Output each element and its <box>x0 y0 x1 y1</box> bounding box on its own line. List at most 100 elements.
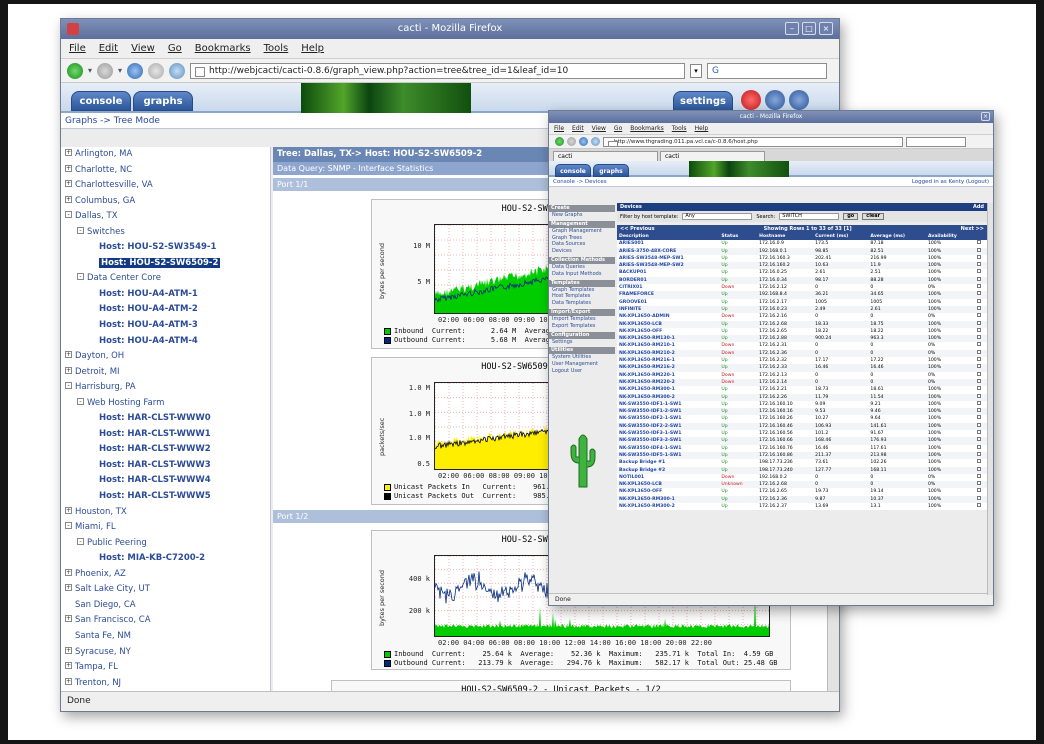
console-menu-item[interactable]: System Utilities <box>549 354 615 361</box>
row-checkbox[interactable] <box>975 327 987 336</box>
row-checkbox[interactable] <box>975 276 987 285</box>
device-name[interactable]: NK-XPL3650-OFF <box>617 488 720 496</box>
tree-node[interactable]: + Charlotte, NC <box>61 163 270 179</box>
device-name[interactable]: NK-XPL3650-RM220-2 <box>617 378 720 387</box>
table-row[interactable]: Backup Bridge #2 Up 198.17.73.240 127.77 168… <box>617 466 987 474</box>
table-row[interactable]: ARIES-3750-48X-CORE Up 192.168.0.1 98.85 82.… <box>617 247 987 255</box>
menu-go[interactable]: Go <box>168 43 182 54</box>
row-checkbox[interactable] <box>975 371 987 379</box>
table-row[interactable]: NK-XPL3650-RM130-1 Up 172.16.2.88 900.24 963… <box>617 335 987 343</box>
add-device-link[interactable]: Add <box>973 203 984 211</box>
device-name[interactable]: NK-SW3550-IDF3-1-SW1 <box>617 430 720 438</box>
row-checkbox[interactable] <box>975 481 987 489</box>
column-header[interactable]: Current (ms) <box>813 233 869 241</box>
console-menu-item[interactable]: Graph Management <box>549 228 615 235</box>
device-name[interactable]: NK-XPL3650-RM300-2 <box>617 502 720 511</box>
table-row[interactable]: NK-SW3550-IDF3-1-SW1 Up 172.16.160.56 101.2… <box>617 430 987 438</box>
device-name[interactable]: ARIES-3750-48X-CORE <box>617 247 720 255</box>
tree-node[interactable]: - Switches <box>61 225 270 241</box>
console-menu-item[interactable]: Data Templates <box>549 300 615 307</box>
table-row[interactable]: BORDER01 Up 172.16.0.34 98.17 88.28 100% <box>617 276 987 285</box>
tree-node[interactable]: + Charlottesville, VA <box>61 178 270 194</box>
device-name[interactable]: NK-SW3550-IDF4-1-SW1 <box>617 444 720 452</box>
expand-icon[interactable]: + <box>65 646 72 654</box>
breadcrumb-2-text[interactable]: Console -> Devices <box>553 177 607 186</box>
tree-node[interactable]: Host: HAR-CLST-WWW1 <box>61 427 270 443</box>
reload-icon[interactable] <box>579 137 588 146</box>
tab-settings[interactable]: settings <box>673 91 733 111</box>
table-row[interactable]: NK-XPL3650-OFF Up 172.16.2.65 19.73 19.14 100… <box>617 488 987 496</box>
tree-node[interactable]: + Columbus, GA <box>61 194 270 210</box>
menu-tools[interactable]: Tools <box>672 125 687 132</box>
preview-view-icon[interactable] <box>789 90 809 110</box>
tree-node[interactable]: Host: HOU-A4-ATM-4 <box>61 334 270 350</box>
row-checkbox[interactable] <box>975 444 987 452</box>
row-checkbox[interactable] <box>975 502 987 511</box>
row-checkbox[interactable] <box>975 335 987 343</box>
menu-bookmarks[interactable]: Bookmarks <box>630 125 664 132</box>
expand-icon[interactable]: + <box>65 506 72 514</box>
tree-node[interactable]: - Public Peering <box>61 536 270 552</box>
table-row[interactable]: NK-XPL3650-RM210-2 Down 172.16.2.36 0 0 0% <box>617 349 987 358</box>
row-checkbox[interactable] <box>975 349 987 358</box>
device-name[interactable]: BACKUP01 <box>617 269 720 277</box>
row-checkbox[interactable] <box>975 393 987 401</box>
window-titlebar[interactable]: cacti - Mozilla Firefox – □ × <box>61 19 839 39</box>
table-row[interactable]: NK-XPL3650-ADMIN Down 172.16.2.16 0 0 0% <box>617 313 987 321</box>
row-checkbox[interactable] <box>975 378 987 387</box>
table-row[interactable]: NK-SW3550-IDF4-1-SW1 Up 172.16.160.76 16.46… <box>617 444 987 452</box>
tree-node[interactable]: - Dallas, TX <box>61 209 270 225</box>
table-row[interactable]: NK-XPL3650-RM220-2 Down 172.16.2.14 0 0 0% <box>617 378 987 387</box>
row-checkbox[interactable] <box>975 298 987 306</box>
login-info[interactable]: Logged in as Kenty (Logout) <box>912 177 989 186</box>
device-name[interactable]: BORDER01 <box>617 276 720 285</box>
row-checkbox[interactable] <box>975 408 987 416</box>
device-name[interactable]: ARIES001 <box>617 240 720 248</box>
menu-edit[interactable]: Edit <box>572 125 584 132</box>
row-checkbox[interactable] <box>975 342 987 350</box>
maximize-icon[interactable]: □ <box>802 22 816 35</box>
tree-node[interactable]: San Diego, CA <box>61 598 270 614</box>
table-row[interactable]: NK-SW3550-IDF1-1-SW1 Up 172.16.160.10 9.09 9… <box>617 400 987 409</box>
tree-node[interactable]: Host: HAR-CLST-WWW4 <box>61 473 270 489</box>
tab-graphs-2[interactable]: graphs <box>593 164 629 177</box>
table-row[interactable]: NK-SW3550-IDF5-1-SW1 Up 172.16.160.86 211.3… <box>617 451 987 460</box>
device-name[interactable]: NK-SW3550-IDF2-2-SW1 <box>617 422 720 431</box>
row-checkbox[interactable] <box>975 451 987 460</box>
tree-node[interactable]: + Salt Lake City, UT <box>61 582 270 598</box>
window2-titlebar[interactable]: cacti - Mozilla Firefox × <box>549 111 993 123</box>
console-menu-item[interactable]: Export Templates <box>549 323 615 330</box>
row-checkbox[interactable] <box>975 437 987 445</box>
console-menu-item[interactable]: Graph Templates <box>549 287 615 294</box>
expand-icon[interactable]: + <box>65 195 72 203</box>
menu-tools[interactable]: Tools <box>264 43 289 54</box>
console-menu-item[interactable]: Settings <box>549 339 615 346</box>
clear-button[interactable]: clear <box>862 213 885 220</box>
table-row[interactable]: NK-XPL3650-LCB Unknown 172.16.2.68 0 0 0% <box>617 481 987 489</box>
console-menu-item[interactable]: Data Queries <box>549 264 615 271</box>
expand-icon[interactable]: + <box>65 568 72 576</box>
go-button[interactable]: go <box>843 213 859 220</box>
column-header[interactable] <box>975 233 987 241</box>
tree-node[interactable]: + Phoenix, AZ <box>61 567 270 583</box>
row-checkbox[interactable] <box>975 415 987 423</box>
device-name[interactable]: INFINITE <box>617 305 720 314</box>
vertical-scrollbar-2[interactable] <box>987 203 993 595</box>
row-checkbox[interactable] <box>975 305 987 314</box>
device-name[interactable]: NK-XPL3650-RM216-1 <box>617 357 720 365</box>
table-row[interactable]: BACKUP01 Up 172.16.0.25 2.61 2.51 100% <box>617 269 987 277</box>
tree-node[interactable]: + Detroit, MI <box>61 365 270 381</box>
device-name[interactable]: NK-XPL3650-ADMIN <box>617 313 720 321</box>
table-row[interactable]: NK-XPL3650-RM300-2 Up 172.16.2.37 13.69 13.1… <box>617 502 987 511</box>
device-name[interactable]: NK-XPL3650-RM300-1 <box>617 495 720 503</box>
search-input[interactable]: G <box>707 62 828 79</box>
tree-node[interactable]: Host: HOU-A4-ATM-2 <box>61 302 270 318</box>
device-name[interactable]: NK-XPL3650-RM300-1 <box>617 386 720 394</box>
console-menu-item[interactable]: Devices <box>549 248 615 255</box>
row-checkbox[interactable] <box>975 466 987 474</box>
row-checkbox[interactable] <box>975 269 987 277</box>
row-checkbox[interactable] <box>975 357 987 365</box>
table-row[interactable]: INFINITE Up 172.16.0.23 2.49 2.61 100% <box>617 305 987 314</box>
column-header[interactable]: Description <box>617 233 720 241</box>
browser-tab-1[interactable]: cacti <box>553 151 658 161</box>
